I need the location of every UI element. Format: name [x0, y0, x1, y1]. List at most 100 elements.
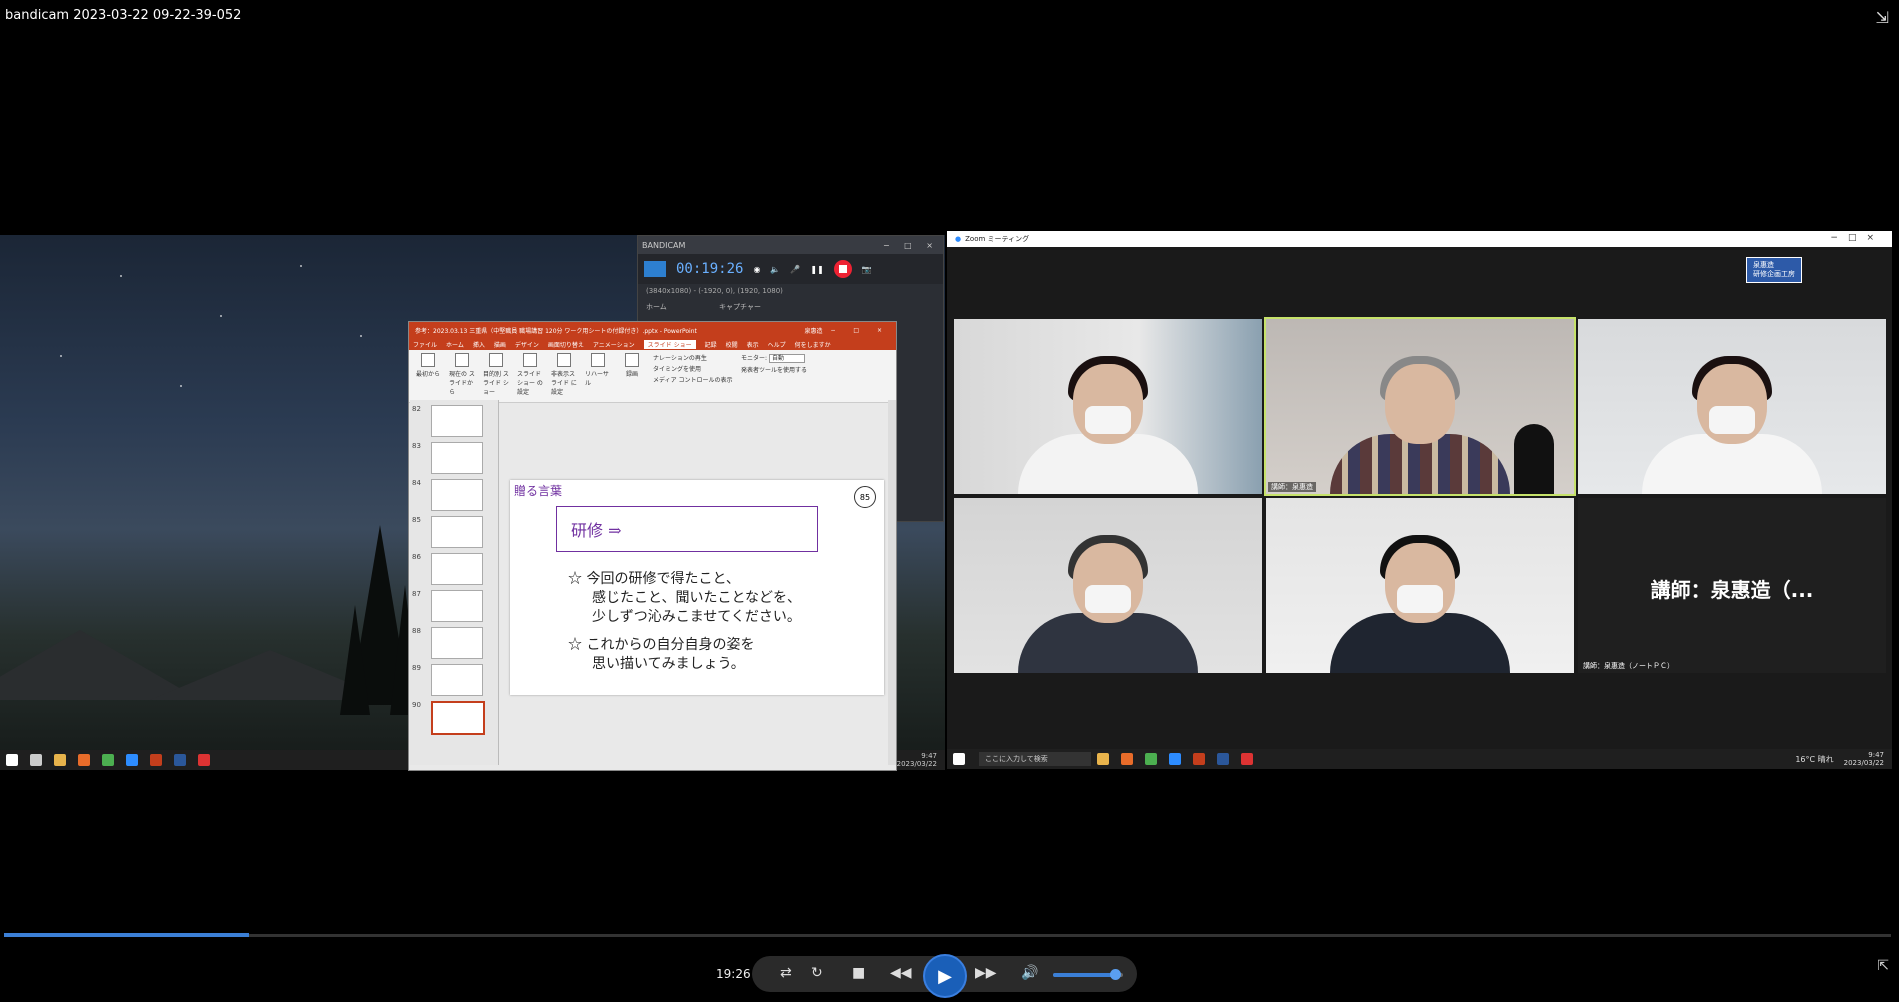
folder-icon[interactable] — [54, 754, 66, 766]
tab-review[interactable]: 校閲 — [726, 340, 738, 349]
tab-view[interactable]: 表示 — [747, 340, 759, 349]
monitor-label: モニター: — [741, 355, 768, 362]
tab-animations[interactable]: アニメーション — [593, 340, 635, 349]
chrome-icon[interactable] — [1145, 753, 1157, 765]
stop-icon[interactable]: ■ — [852, 965, 865, 981]
slide-thumbnail[interactable]: 83 — [412, 442, 498, 474]
video-tile-active-speaker[interactable]: 講師：泉惠造 — [1264, 317, 1576, 496]
speaker-icon[interactable]: 🔈 — [770, 265, 780, 274]
fast-forward-icon[interactable]: ▶▶ — [975, 965, 997, 981]
windows-start-icon[interactable] — [953, 753, 965, 765]
home-menu-item[interactable]: ホーム — [646, 303, 667, 311]
volume-handle[interactable] — [1109, 969, 1121, 980]
search-icon[interactable] — [30, 754, 42, 766]
star-decoration — [60, 355, 62, 357]
stop-record-button[interactable] — [833, 260, 852, 278]
presenter-view-checkbox[interactable]: 発表者ツールを使用する — [741, 365, 851, 374]
slide-bullet-2: ☆ これからの自分自身の姿を 思い描いてみましょう。 — [568, 636, 754, 674]
weather-widget[interactable]: 16°C 晴れ — [1795, 754, 1833, 765]
rewind-icon[interactable]: ◀◀ — [890, 965, 912, 981]
firefox-icon[interactable] — [78, 754, 90, 766]
zoom-icon[interactable] — [1169, 753, 1181, 765]
word-icon[interactable] — [1217, 753, 1229, 765]
slide-thumbnail[interactable]: 86 — [412, 553, 498, 585]
record-icon — [625, 353, 639, 367]
tab-insert[interactable]: 挿入 — [473, 340, 485, 349]
volume-icon[interactable]: 🔊 — [1021, 965, 1038, 981]
hide-slide-icon — [557, 353, 571, 367]
ab-repeat-icon[interactable]: ⇄ — [780, 965, 792, 981]
thumb-number: 90 — [412, 701, 421, 709]
bullet-line: ☆ 今回の研修で得たこと、 — [568, 571, 740, 587]
rehearse-button[interactable]: リハーサル — [585, 353, 611, 399]
powerpoint-icon[interactable] — [150, 754, 162, 766]
tab-design[interactable]: デザイン — [515, 340, 539, 349]
windows-start-icon[interactable] — [6, 754, 18, 766]
tab-draw[interactable]: 描画 — [494, 340, 506, 349]
bandicam-brand: BANDICAM — [642, 240, 686, 250]
star-decoration — [360, 335, 362, 337]
seek-bar[interactable] — [4, 934, 1891, 937]
slide-title: 贈る言葉 — [514, 484, 563, 498]
screen-mode-icon[interactable] — [644, 261, 666, 277]
slide-thumbnail[interactable]: 82 — [412, 405, 498, 437]
acrobat-icon[interactable] — [198, 754, 210, 766]
slide-thumbnail-pane: 82 83 84 85 86 87 88 89 90 — [410, 400, 499, 765]
custom-show-button[interactable]: 目的別 スライド ショー — [483, 353, 509, 399]
taskbar-search-input[interactable]: ここに入力して検索 — [979, 752, 1091, 766]
from-current-button[interactable]: 現在の スライドから — [449, 353, 475, 399]
capture-menu-item[interactable]: キャプチャー — [719, 303, 761, 311]
record-button[interactable]: 録画 — [619, 353, 645, 399]
tab-record[interactable]: 記録 — [705, 340, 717, 349]
acrobat-icon[interactable] — [1241, 753, 1253, 765]
slide-number: 85 — [854, 486, 876, 508]
narration-checkbox[interactable]: ナレーションの再生 — [653, 353, 733, 362]
ppt-ribbon: 最初から 現在の スライドから 目的別 スライド ショー スライド ショー の設… — [409, 350, 896, 403]
video-tile-name-only[interactable]: 講師：泉惠造（... 講師：泉惠造（ノートＰＣ） — [1578, 498, 1886, 673]
monitor-select[interactable]: 自動 — [768, 354, 805, 363]
powerpoint-icon[interactable] — [1193, 753, 1205, 765]
tell-me-search[interactable]: 何をしますか — [795, 340, 831, 349]
mic-icon[interactable]: 🎤 — [790, 265, 800, 274]
bullet-line: 思い描いてみましょう。 — [592, 656, 745, 672]
camera-icon[interactable]: 📷 — [862, 265, 872, 274]
window-controls[interactable]: −□× — [1830, 233, 1884, 243]
powerpoint-window: 参考：2023.03.13 三重県（中堅職員 職場講習 120分 ワーク用シート… — [408, 321, 897, 771]
tab-file[interactable]: ファイル — [413, 340, 437, 349]
word-icon[interactable] — [174, 754, 186, 766]
video-tile[interactable] — [1578, 319, 1886, 494]
mini-player-icon[interactable]: ⇱ — [1877, 958, 1889, 974]
slide-thumbnail[interactable]: 88 — [412, 627, 498, 659]
window-controls[interactable]: − □ × — [830, 327, 890, 334]
fullscreen-toggle-icon[interactable]: ⇲ — [1876, 8, 1889, 27]
volume-fill — [1053, 973, 1115, 977]
pause-icon[interactable]: ❚❚ — [810, 265, 823, 274]
folder-icon[interactable] — [1097, 753, 1109, 765]
tab-home[interactable]: ホーム — [446, 340, 464, 349]
from-start-button[interactable]: 最初から — [415, 353, 441, 399]
media-controls-checkbox[interactable]: メディア コントロールの表示 — [653, 375, 733, 384]
timing-checkbox[interactable]: タイミングを使用 — [653, 364, 733, 373]
video-tile[interactable] — [954, 498, 1262, 673]
slide-thumbnail-selected[interactable]: 90 — [412, 701, 498, 735]
slide-thumbnail[interactable]: 87 — [412, 590, 498, 622]
hide-slide-button[interactable]: 非表示スライド に設定 — [551, 353, 577, 399]
play-button[interactable]: ▶ — [923, 954, 967, 998]
slide-canvas[interactable]: 贈る言葉 85 研修 ⇒ ☆ 今回の研修で得たこと、 感じたこと、聞いたことなど… — [510, 480, 884, 695]
video-tile[interactable] — [954, 319, 1262, 494]
tab-help[interactable]: ヘルプ — [768, 340, 786, 349]
repeat-icon[interactable]: ↻ — [811, 965, 823, 981]
slide-thumbnail[interactable]: 84 — [412, 479, 498, 511]
video-tile[interactable] — [1266, 498, 1574, 673]
chrome-icon[interactable] — [102, 754, 114, 766]
firefox-icon[interactable] — [1121, 753, 1133, 765]
window-controls[interactable]: − □ × — [883, 241, 943, 250]
tab-slideshow[interactable]: スライド ショー — [643, 339, 696, 349]
vertical-scrollbar[interactable] — [888, 400, 896, 765]
slide-thumbnail[interactable]: 89 — [412, 664, 498, 696]
setup-show-button[interactable]: スライド ショー の設定 — [517, 353, 543, 399]
zoom-icon[interactable] — [126, 754, 138, 766]
slide-thumbnail[interactable]: 85 — [412, 516, 498, 548]
webcam-icon[interactable]: ◉ — [753, 265, 760, 274]
tab-transitions[interactable]: 画面切り替え — [548, 340, 584, 349]
